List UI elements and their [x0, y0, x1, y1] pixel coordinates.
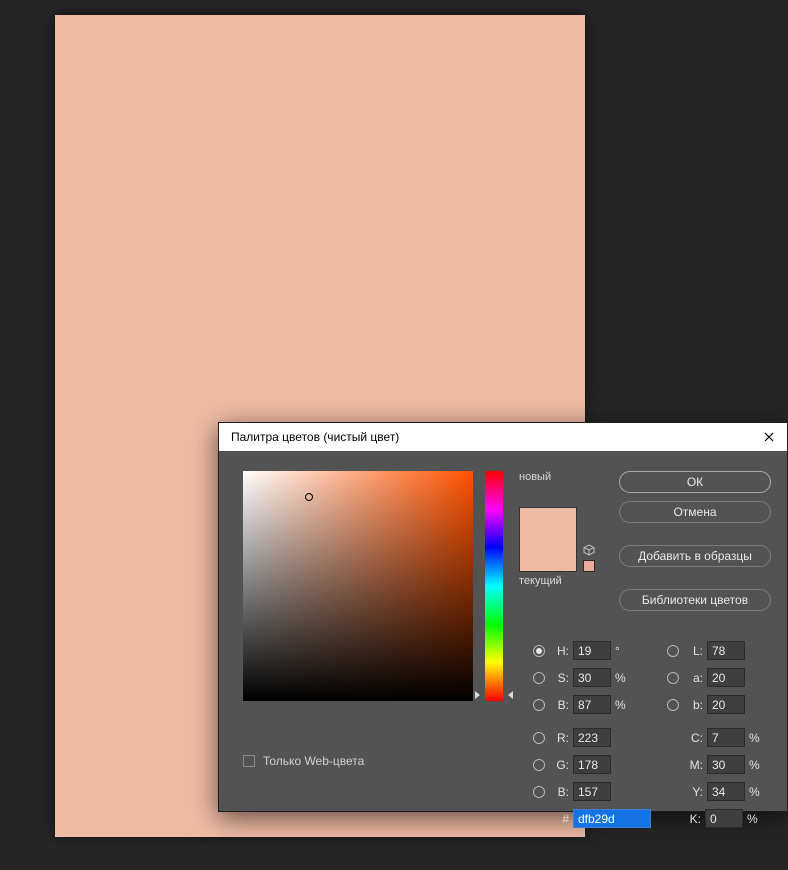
- label-c: C:: [685, 731, 703, 745]
- cube-icon[interactable]: [583, 544, 595, 556]
- input-g[interactable]: [573, 755, 611, 774]
- label-m: M:: [685, 758, 703, 772]
- radio-s[interactable]: [533, 672, 545, 684]
- ok-button[interactable]: ОК: [619, 471, 771, 493]
- unit-bv: %: [615, 698, 633, 712]
- dialog-titlebar[interactable]: Палитра цветов (чистый цвет): [219, 423, 787, 451]
- unit-y: %: [749, 785, 767, 799]
- label-h: H:: [551, 644, 569, 658]
- input-r[interactable]: [573, 728, 611, 747]
- label-b-bright: B:: [551, 698, 569, 712]
- color-libraries-button[interactable]: Библиотеки цветов: [619, 589, 771, 611]
- input-b-lab[interactable]: [707, 695, 745, 714]
- web-only-label: Только Web-цвета: [263, 754, 364, 768]
- label-b-lab: b:: [685, 698, 703, 712]
- label-g: G:: [551, 758, 569, 772]
- color-preview: [519, 507, 577, 572]
- label-s: S:: [551, 671, 569, 685]
- close-icon[interactable]: [761, 429, 777, 445]
- input-m[interactable]: [707, 755, 745, 774]
- unit-m: %: [749, 758, 767, 772]
- current-color-swatch[interactable]: [520, 540, 576, 572]
- input-y[interactable]: [707, 782, 745, 801]
- current-color-label: текущий: [519, 575, 562, 587]
- radio-r[interactable]: [533, 732, 545, 744]
- input-h[interactable]: [573, 641, 611, 660]
- unit-s: %: [615, 671, 633, 685]
- input-k[interactable]: [705, 809, 743, 828]
- input-b-bright[interactable]: [573, 695, 611, 714]
- saturation-value-field[interactable]: [243, 471, 473, 701]
- web-only-checkbox[interactable]: [243, 755, 255, 767]
- input-a[interactable]: [707, 668, 745, 687]
- nearest-web-swatch[interactable]: [583, 560, 595, 572]
- label-r: R:: [551, 731, 569, 745]
- color-values-grid: H: ° L: S: % a:: [533, 637, 788, 832]
- radio-l[interactable]: [667, 645, 679, 657]
- new-color-swatch[interactable]: [520, 508, 576, 540]
- hex-hash: #: [551, 812, 569, 826]
- add-swatch-button[interactable]: Добавить в образцы: [619, 545, 771, 567]
- new-color-label: новый: [519, 471, 551, 483]
- cancel-button[interactable]: Отмена: [619, 501, 771, 523]
- radio-g[interactable]: [533, 759, 545, 771]
- input-b-blue[interactable]: [573, 782, 611, 801]
- input-c[interactable]: [707, 728, 745, 747]
- unit-c: %: [749, 731, 767, 745]
- label-y: Y:: [685, 785, 703, 799]
- radio-a[interactable]: [667, 672, 679, 684]
- label-b-blue: B:: [551, 785, 569, 799]
- hue-slider[interactable]: [485, 471, 503, 701]
- radio-b-blue[interactable]: [533, 786, 545, 798]
- unit-k: %: [747, 812, 765, 826]
- input-s[interactable]: [573, 668, 611, 687]
- sv-cursor-icon: [305, 493, 313, 501]
- color-picker-dialog: Палитра цветов (чистый цвет) новый: [218, 422, 788, 812]
- label-k: K:: [683, 812, 701, 826]
- radio-b-bright[interactable]: [533, 699, 545, 711]
- label-l: L:: [685, 644, 703, 658]
- input-l[interactable]: [707, 641, 745, 660]
- label-a: a:: [685, 671, 703, 685]
- radio-b-lab[interactable]: [667, 699, 679, 711]
- radio-h[interactable]: [533, 645, 545, 657]
- dialog-title: Палитра цветов (чистый цвет): [231, 430, 399, 444]
- unit-h: °: [615, 644, 633, 658]
- input-hex[interactable]: [573, 809, 651, 828]
